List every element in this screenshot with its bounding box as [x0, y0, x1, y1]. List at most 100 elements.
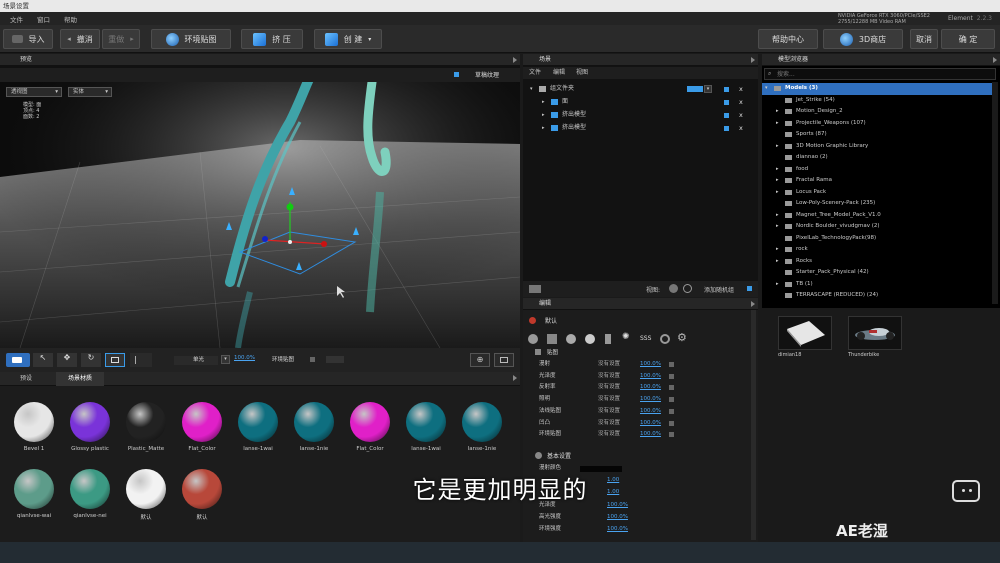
- view-wire-icon[interactable]: [683, 284, 692, 293]
- chevron-down-icon[interactable]: ▾: [704, 85, 712, 93]
- menu-help[interactable]: 帮助: [64, 14, 77, 24]
- map-value-button[interactable]: 没有设置: [598, 359, 620, 370]
- expand-arrow-icon[interactable]: ▸: [776, 187, 779, 199]
- expand-arrow-icon[interactable]: ▸: [542, 96, 545, 108]
- screen-button[interactable]: [494, 353, 514, 367]
- ok-button[interactable]: 确 定: [941, 29, 995, 49]
- material-swatch[interactable]: Flat_Color: [342, 402, 398, 452]
- scene-menu-view[interactable]: 视图: [576, 67, 588, 79]
- model-folder-item[interactable]: ▸ TB (1): [762, 279, 992, 291]
- cancel-button[interactable]: 取消: [910, 29, 938, 49]
- expand-arrow-icon[interactable]: ▸: [542, 122, 545, 134]
- expand-arrow-icon[interactable]: ▸: [776, 279, 779, 291]
- map-value-button[interactable]: 没有设置: [598, 394, 620, 405]
- model-search-input[interactable]: [777, 69, 977, 79]
- thumbnail-thunderbike[interactable]: [848, 316, 902, 350]
- material-swatch[interactable]: lanse-1wai: [230, 402, 286, 452]
- zoom-value[interactable]: 100.0%: [234, 355, 255, 361]
- expand-arrow-icon[interactable]: ▸: [776, 244, 779, 256]
- edit-scrollbar[interactable]: [751, 310, 756, 540]
- model-root-folder[interactable]: ▾ Models (3): [762, 83, 992, 95]
- env-map-checkbox[interactable]: [310, 357, 315, 362]
- visible-checkbox[interactable]: [724, 87, 729, 92]
- map-checkbox[interactable]: [669, 385, 674, 391]
- map-strength-value[interactable]: 100.0%: [640, 359, 661, 370]
- expand-arrow-icon[interactable]: ▸: [776, 106, 779, 118]
- expand-arrow-icon[interactable]: ▸: [542, 109, 545, 121]
- target-button[interactable]: ⊕: [470, 353, 490, 367]
- menu-file[interactable]: 文件: [10, 14, 23, 24]
- delete-icon[interactable]: x: [739, 122, 743, 134]
- group-color-swatch[interactable]: [687, 86, 703, 92]
- sphere-icon[interactable]: [528, 334, 538, 344]
- model-folder-item[interactable]: ▸ 3D Motion Graphic Library: [762, 141, 992, 153]
- scene-item[interactable]: ▸ 挤出模型 x: [523, 109, 758, 121]
- visible-checkbox[interactable]: [724, 113, 729, 118]
- add-random-group-label[interactable]: 添加随机组: [704, 285, 734, 294]
- model-search-field[interactable]: ⌕: [764, 68, 996, 80]
- panel-arrow-icon[interactable]: [993, 57, 997, 63]
- gear-icon[interactable]: ⚙: [677, 331, 687, 344]
- model-folder-item[interactable]: ▸ Locus Pack: [762, 187, 992, 199]
- map-checkbox[interactable]: [669, 420, 674, 426]
- expand-arrow-icon[interactable]: ▾: [765, 83, 768, 95]
- model-folder-item[interactable]: TERRASCAPE (REDUCED) (24): [762, 290, 992, 302]
- view-dropdown[interactable]: 透视图 ▾: [6, 87, 62, 97]
- map-strength-value[interactable]: 100.0%: [640, 418, 661, 429]
- map-checkbox[interactable]: [669, 408, 674, 414]
- axis-tool-button[interactable]: [130, 353, 152, 367]
- material-swatch[interactable]: Glossy plastic: [62, 402, 118, 452]
- expand-arrow-icon[interactable]: ▸: [776, 210, 779, 222]
- map-checkbox[interactable]: [669, 397, 674, 403]
- bulb-icon[interactable]: ✺: [622, 332, 630, 342]
- tab-presets[interactable]: 预设: [20, 372, 32, 386]
- image-icon[interactable]: [547, 334, 557, 344]
- model-folder-item[interactable]: Jet_Strike (54): [762, 95, 992, 107]
- model-folder-item[interactable]: Starter_Pack_Physical (42): [762, 267, 992, 279]
- map-checkbox[interactable]: [669, 432, 674, 438]
- delete-icon[interactable]: x: [739, 83, 743, 95]
- map-checkbox[interactable]: [669, 373, 674, 379]
- add-random-group-checkbox[interactable]: [747, 286, 752, 291]
- map-checkbox[interactable]: [669, 362, 674, 367]
- expand-arrow-icon[interactable]: ▸: [776, 118, 779, 130]
- delete-icon[interactable]: x: [739, 96, 743, 108]
- ring-icon[interactable]: [660, 334, 670, 344]
- map-value-button[interactable]: 没有设置: [598, 406, 620, 417]
- scale-tool-button[interactable]: [105, 353, 125, 367]
- expand-arrow-icon[interactable]: ▸: [776, 256, 779, 268]
- scene-menu-file[interactable]: 文件: [529, 67, 541, 79]
- model-tree-scrollbar[interactable]: [992, 82, 998, 304]
- delete-icon[interactable]: x: [739, 109, 743, 121]
- shade-icon[interactable]: [566, 334, 576, 344]
- model-folder-item[interactable]: Low-Poly-Scenery-Pack (235): [762, 198, 992, 210]
- model-folder-item[interactable]: ▸ Motion_Design_2: [762, 106, 992, 118]
- view-sphere-icon[interactable]: [669, 284, 678, 293]
- move-tool-button[interactable]: ✥: [57, 353, 77, 367]
- expand-arrow-icon[interactable]: ▸: [776, 175, 779, 187]
- map-strength-value[interactable]: 100.0%: [640, 371, 661, 382]
- map-value-button[interactable]: 没有设置: [598, 418, 620, 429]
- menu-window[interactable]: 窗口: [37, 14, 50, 24]
- rotate-tool-button[interactable]: ↻: [81, 353, 101, 367]
- map-value-button[interactable]: 没有设置: [598, 371, 620, 382]
- camera-tool-button[interactable]: [6, 353, 30, 367]
- material-swatch[interactable]: Bevel 1: [6, 402, 62, 452]
- expand-arrow-icon[interactable]: ▾: [530, 83, 533, 95]
- panel-arrow-icon[interactable]: [513, 57, 517, 63]
- scene-item[interactable]: ▸ 挤出模型 x: [523, 122, 758, 134]
- material-swatch[interactable]: lanse-1nie: [454, 402, 510, 452]
- panel-arrow-icon[interactable]: [751, 301, 755, 307]
- model-folder-item[interactable]: ▸ Fractal Rama: [762, 175, 992, 187]
- redo-button[interactable]: 重做 ▸: [102, 29, 140, 49]
- env-map-swatch[interactable]: [326, 356, 344, 363]
- extrude-button[interactable]: 挤 压: [241, 29, 303, 49]
- import-button[interactable]: 导入: [3, 29, 53, 49]
- map-value-button[interactable]: 没有设置: [598, 382, 620, 393]
- undo-button[interactable]: ◂ 撤消: [60, 29, 100, 49]
- model-folder-item[interactable]: ▸ Nordic Boulder_vivudgmav (2): [762, 221, 992, 233]
- material-swatch[interactable]: lanse-1nie: [286, 402, 342, 452]
- tab-scene-materials[interactable]: 场景材质: [56, 372, 105, 386]
- map-strength-value[interactable]: 100.0%: [640, 406, 661, 417]
- expand-arrow-icon[interactable]: ▸: [776, 221, 779, 233]
